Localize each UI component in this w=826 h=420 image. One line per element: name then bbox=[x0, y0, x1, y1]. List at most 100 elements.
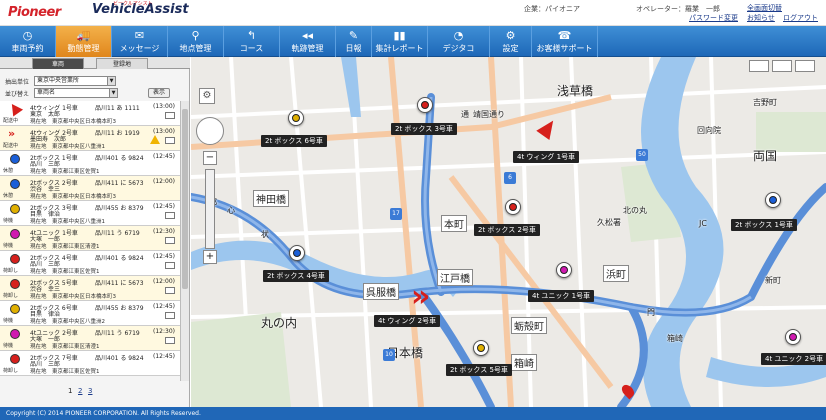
page-link-3[interactable]: 3 bbox=[88, 387, 92, 395]
scrollbar-thumb[interactable] bbox=[182, 109, 188, 289]
vehicle-row[interactable]: 配送中 4tウィング 1号車 品川11 あ 1111 (13:00) 東京 太郎 現在地 … bbox=[0, 100, 180, 126]
vehicle-plate: 品川411 に 5673 bbox=[95, 280, 144, 287]
vehicle-pin[interactable] bbox=[289, 245, 305, 261]
vehicle-row[interactable]: 待機 4tユニック 1号車 品川11 う 6719 (12:30) 大塚 一郎 現在地 東… bbox=[0, 226, 180, 251]
vehicle-list-scrollbar[interactable] bbox=[180, 101, 189, 381]
vehicle-row[interactable]: 待機 2tボックス 6号車 品川455 お 8379 (12:45) 目黒 律治 現在地 … bbox=[0, 301, 180, 326]
mail-icon[interactable] bbox=[165, 112, 175, 119]
nav-icon: 🚚 bbox=[76, 29, 91, 42]
vehicle-time: (12:30) bbox=[153, 328, 175, 335]
mail-icon[interactable] bbox=[165, 212, 175, 219]
vehicle-map-label[interactable]: 4t ウィング 1号車 bbox=[513, 151, 580, 163]
nav-item-0[interactable]: ◷ 車両予約 bbox=[0, 26, 56, 57]
vehicle-location: 現在地 東京都江東区佐賀1 bbox=[30, 169, 100, 175]
vehicle-location: 現在地 東京都中央区日本橋本町3 bbox=[30, 119, 117, 125]
nav-icon: ↰ bbox=[246, 29, 257, 42]
map-place-label: 本町 bbox=[441, 215, 467, 232]
nav-icon: ✎ bbox=[348, 29, 359, 42]
vehicle-map-label[interactable]: 2t ボックス 1号車 bbox=[731, 219, 797, 231]
vehicle-time: (12:45) bbox=[153, 303, 175, 310]
map-place-label: 浅草橋 bbox=[557, 84, 594, 98]
nav-item-5[interactable]: ◂◂ 軌跡管理 bbox=[280, 26, 336, 57]
layout-split-icon[interactable] bbox=[772, 60, 792, 72]
vehicle-row[interactable]: 休憩 2tボックス 1号車 品川401 る 9824 (12:45) 品川 三郎 現在地 … bbox=[0, 151, 180, 176]
mail-icon[interactable] bbox=[165, 312, 175, 319]
mail-icon[interactable] bbox=[165, 337, 175, 344]
mail-icon[interactable] bbox=[165, 137, 175, 144]
layout-quad-icon[interactable] bbox=[795, 60, 815, 72]
vehicle-status-text: 荷卸し bbox=[3, 293, 19, 299]
map-view[interactable]: 浅草橋 靖国通り 両国 神田橋 本町 江戸橋 浜町 呉服橋 蛎殻町 丸の内 日本橋 箱崎 吉野町 回向院久… bbox=[191, 57, 826, 407]
vehicle-row[interactable]: 待機 4tユニック 2号車 品川11 う 6719 (12:30) 大塚 一郎 現在地 東… bbox=[0, 326, 180, 351]
vehicle-pin[interactable] bbox=[417, 97, 433, 113]
settings-icon[interactable]: ⚙ bbox=[199, 88, 215, 104]
tab-vehicle[interactable]: 車両 bbox=[32, 58, 84, 69]
layout-single-icon[interactable] bbox=[749, 60, 769, 72]
vehicle-map-label[interactable]: 2t ボックス 3号車 bbox=[391, 123, 457, 135]
vehicle-map-label[interactable]: 4t ウィング 2号車 bbox=[374, 315, 441, 327]
vehicle-pin-dot bbox=[293, 249, 301, 257]
sort-select[interactable]: 車両名 ▼ bbox=[34, 88, 118, 98]
vehicle-row[interactable]: 荷卸し 2tボックス 7号車 品川401 る 9824 (12:45) 品川 三郎 現在地… bbox=[0, 351, 180, 376]
vehicle-pin[interactable] bbox=[765, 192, 781, 208]
vehicle-map-label[interactable]: 2t ボックス 6号車 bbox=[261, 135, 327, 147]
show-button[interactable]: 表示 bbox=[148, 88, 170, 98]
nav-item-4[interactable]: ↰ コース bbox=[224, 26, 280, 57]
mail-icon[interactable] bbox=[165, 237, 175, 244]
nav-item-2[interactable]: ✉ メッセージ bbox=[112, 26, 168, 57]
vehicle-pin[interactable] bbox=[473, 340, 489, 356]
nav-icon: ◷ bbox=[22, 29, 33, 42]
nav-item-8[interactable]: ◔ デジタコ bbox=[428, 26, 490, 57]
nav-item-10[interactable]: ☎ お客様サポート bbox=[532, 26, 598, 57]
vehicle-row[interactable]: » 配送中 4tウィング 2号車 品川11 お 1919 (13:00) 墨田寿 次郎 現在… bbox=[0, 126, 180, 151]
logout-link[interactable]: ログアウト bbox=[783, 13, 818, 23]
company-label: 企業：パイオニア bbox=[524, 5, 580, 13]
vehicle-row[interactable]: 休憩 2tボックス 2号車 品川411 に 5673 (12:00) 渋谷 幸三 現在地 … bbox=[0, 176, 180, 201]
zoom-slider[interactable] bbox=[205, 169, 215, 249]
vehicle-status-icon bbox=[10, 329, 20, 339]
nav-item-3[interactable]: ⚲ 地点管理 bbox=[168, 26, 224, 57]
map-place-label: 浜町 bbox=[603, 265, 629, 282]
fullscreen-toggle-link[interactable]: 全画面切替 bbox=[747, 3, 782, 13]
zoom-in-button[interactable]: + bbox=[203, 250, 217, 264]
vehicle-row[interactable]: 待機 2tボックス 3号車 品川455 お 8379 (12:45) 目黒 律治 現在地 … bbox=[0, 201, 180, 226]
office-filter-select[interactable]: 東京中央営業所 ▼ bbox=[34, 76, 116, 86]
mail-icon[interactable] bbox=[165, 262, 175, 269]
vehicle-map-label[interactable]: 2t ボックス 5号車 bbox=[446, 364, 512, 376]
notice-link[interactable]: お知らせ bbox=[747, 13, 775, 23]
vehicle-plate: 品川401 る 9824 bbox=[95, 155, 144, 162]
map-place-label: 江戸橋 bbox=[437, 269, 473, 286]
nav-label: 日報 bbox=[345, 44, 362, 53]
nav-item-1[interactable]: 🚚 動態管理 bbox=[56, 26, 112, 57]
zoom-out-button[interactable]: − bbox=[203, 151, 217, 165]
vehicle-map-label[interactable]: 2t ボックス 4号車 bbox=[263, 270, 329, 282]
vehicle-status-text: 配送中 bbox=[3, 118, 19, 124]
nav-icon: ⚙ bbox=[505, 29, 516, 42]
nav-icon: ◔ bbox=[453, 29, 464, 42]
vehicle-pin[interactable] bbox=[556, 262, 572, 278]
vehicle-location: 現在地 東京都江東区清澄1 bbox=[30, 244, 100, 250]
vehicle-status-text: 待機 bbox=[3, 343, 14, 349]
vehicle-pin[interactable] bbox=[288, 110, 304, 126]
vehicle-row[interactable]: 荷卸し 2tボックス 4号車 品川401 る 9824 (12:45) 品川 三郎 現在地… bbox=[0, 251, 180, 276]
vehicle-map-label[interactable]: 2t ボックス 2号車 bbox=[474, 224, 540, 236]
password-change-link[interactable]: パスワード変更 bbox=[689, 13, 738, 23]
page-link-2[interactable]: 2 bbox=[78, 387, 82, 395]
pan-control[interactable] bbox=[196, 117, 224, 145]
page-link-1[interactable]: 1 bbox=[68, 387, 72, 395]
nav-item-9[interactable]: ⚙ 設定 bbox=[490, 26, 532, 57]
mail-icon[interactable] bbox=[165, 287, 175, 294]
vehicle-pin[interactable] bbox=[785, 329, 801, 345]
nav-item-7[interactable]: ▮▮ 集計レポート bbox=[372, 26, 428, 57]
route-number-badge: 6 bbox=[504, 172, 516, 184]
vehicle-map-label[interactable]: 4t ユニック 1号車 bbox=[528, 290, 595, 302]
vehicle-pin[interactable] bbox=[505, 199, 521, 215]
vehicle-location: 現在地 東京都江東区佐賀1 bbox=[30, 269, 100, 275]
nav-item-6[interactable]: ✎ 日報 bbox=[336, 26, 372, 57]
tab-registered-point[interactable]: 登録地 bbox=[96, 58, 148, 69]
vehicle-map-label[interactable]: 4t ユニック 2号車 bbox=[761, 353, 826, 365]
vehicle-status-text: 荷卸し bbox=[3, 368, 19, 374]
vehicle-status-icon bbox=[10, 354, 20, 364]
vehicle-double-arrow-marker[interactable]: » bbox=[411, 282, 430, 312]
vehicle-row[interactable]: 荷卸し 2tボックス 5号車 品川411 に 5673 (12:00) 渋谷 幸三 現在地… bbox=[0, 276, 180, 301]
